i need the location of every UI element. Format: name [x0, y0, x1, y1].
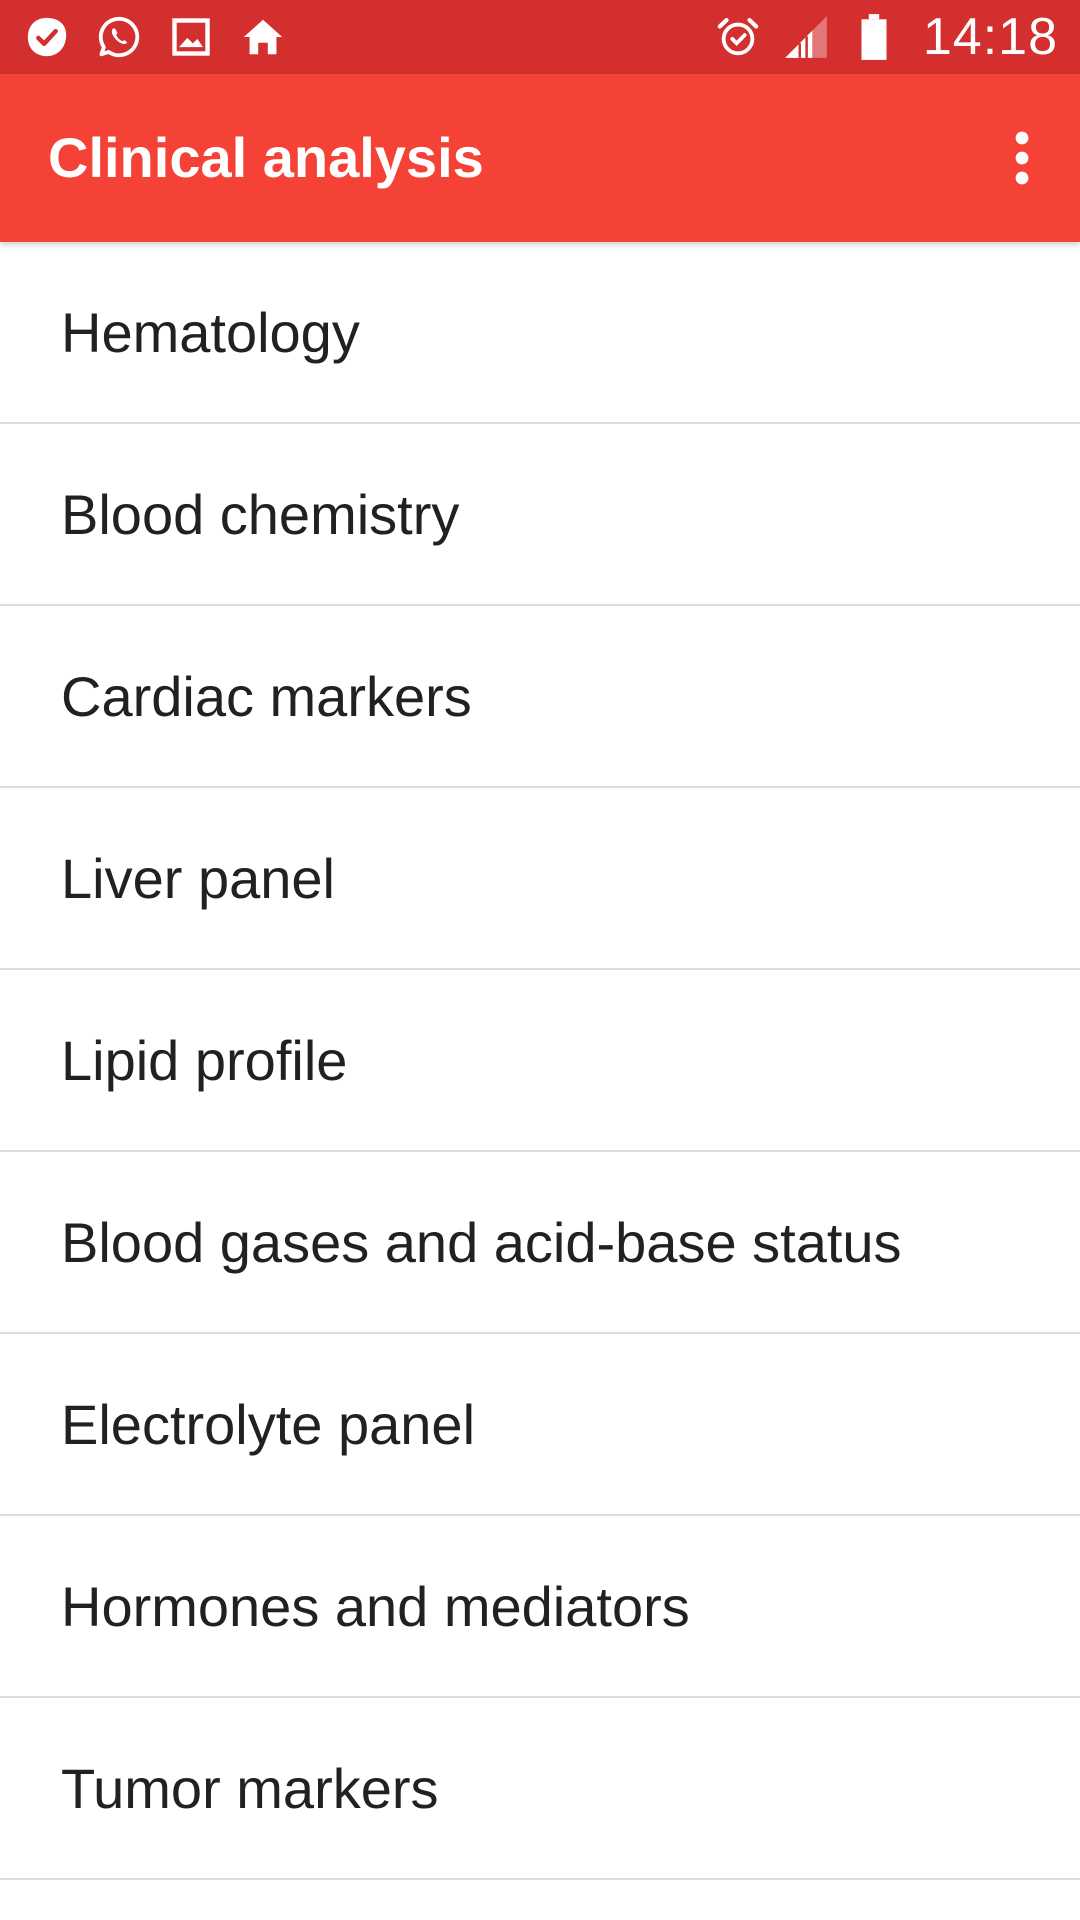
- list-item-label: Blood gases and acid-base status: [61, 1210, 902, 1274]
- status-bar: 14:18: [0, 0, 1080, 74]
- notification-icons: [22, 0, 288, 74]
- category-list: Hematology Blood chemistry Cardiac marke…: [0, 242, 1080, 1880]
- list-item-label: Blood chemistry: [61, 482, 460, 546]
- list-item-tumor-markers[interactable]: Tumor markers: [0, 1698, 1080, 1880]
- list-item-label: Hematology: [61, 300, 360, 364]
- list-item-electrolyte-panel[interactable]: Electrolyte panel: [0, 1334, 1080, 1516]
- list-item-label: Electrolyte panel: [61, 1392, 476, 1456]
- home-icon: [238, 12, 288, 62]
- alarm-icon: [713, 12, 763, 62]
- list-item-cardiac-markers[interactable]: Cardiac markers: [0, 606, 1080, 788]
- whatsapp-icon: [94, 12, 144, 62]
- signal-icon: [781, 12, 831, 62]
- list-item-label: Liver panel: [61, 846, 335, 910]
- gallery-image-icon: [166, 12, 216, 62]
- screen: 14:18 Clinical analysis Hematology Blood…: [0, 0, 1080, 1920]
- list-item-hematology[interactable]: Hematology: [0, 242, 1080, 424]
- list-item-blood-chemistry[interactable]: Blood chemistry: [0, 424, 1080, 606]
- list-item-hormones-and-mediators[interactable]: Hormones and mediators: [0, 1516, 1080, 1698]
- list-item-label: Tumor markers: [61, 1756, 439, 1820]
- overflow-menu-button[interactable]: [982, 118, 1062, 198]
- list-item-lipid-profile[interactable]: Lipid profile: [0, 970, 1080, 1152]
- page-title: Clinical analysis: [48, 126, 484, 189]
- todo-check-icon: [22, 12, 72, 62]
- status-time: 14:18: [922, 8, 1058, 66]
- app-bar: Clinical analysis: [0, 74, 1080, 242]
- system-icons: 14:18: [713, 0, 1058, 74]
- more-vert-icon: [1015, 131, 1029, 185]
- list-item-label: Lipid profile: [61, 1028, 348, 1092]
- battery-icon: [849, 12, 899, 62]
- list-item-liver-panel[interactable]: Liver panel: [0, 788, 1080, 970]
- list-item-blood-gases[interactable]: Blood gases and acid-base status: [0, 1152, 1080, 1334]
- list-item-label: Cardiac markers: [61, 664, 472, 728]
- list-item-label: Hormones and mediators: [61, 1574, 690, 1638]
